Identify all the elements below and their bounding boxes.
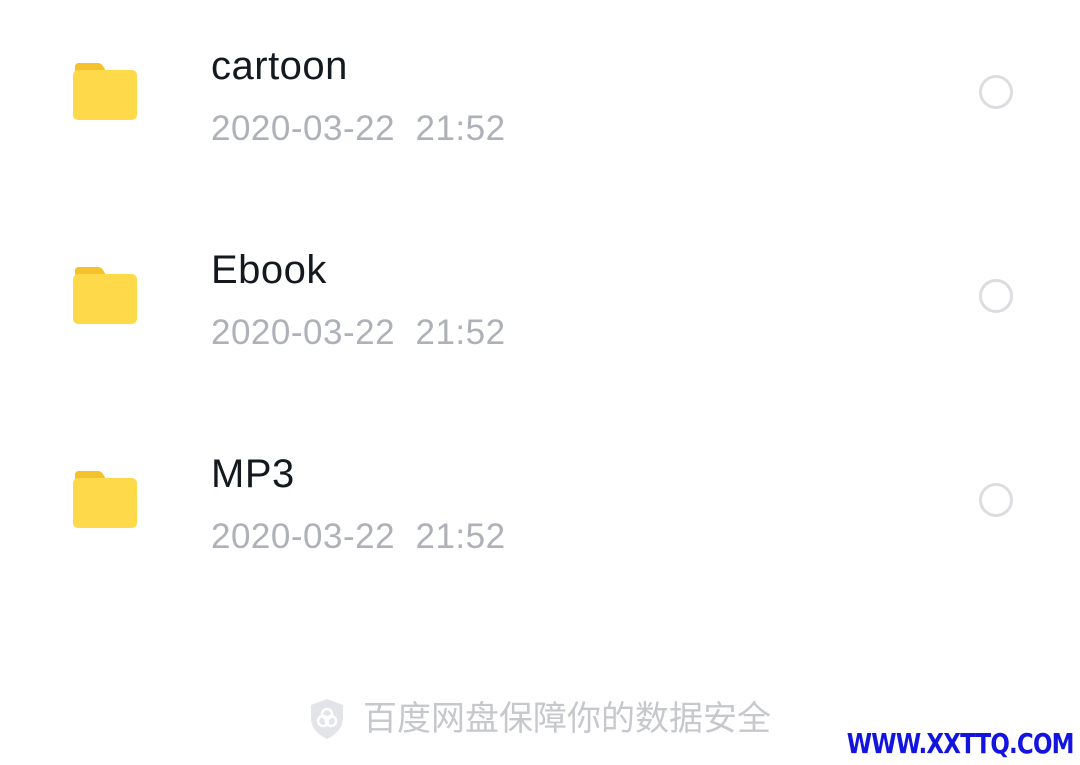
file-name: cartoon	[211, 44, 348, 88]
file-date: 2020-03-22 21:52	[211, 313, 506, 352]
file-list: cartoon 2020-03-22 21:52 Ebook 2020-03-2…	[0, 0, 1080, 612]
footer-security-text: 百度网盘保障你的数据安全	[363, 699, 771, 739]
select-radio-button[interactable]	[979, 279, 1013, 313]
file-row-mp3[interactable]: MP3 2020-03-22 21:52	[0, 408, 1080, 612]
file-row-cartoon[interactable]: cartoon 2020-03-22 21:52	[0, 0, 1080, 204]
select-radio-button[interactable]	[979, 483, 1013, 517]
file-name: MP3	[211, 452, 295, 496]
file-date: 2020-03-22 21:52	[211, 517, 506, 556]
file-date: 2020-03-22 21:52	[211, 109, 506, 148]
folder-icon	[73, 267, 137, 324]
file-name: Ebook	[211, 248, 327, 292]
file-row-ebook[interactable]: Ebook 2020-03-22 21:52	[0, 204, 1080, 408]
folder-icon	[73, 471, 137, 528]
watermark-text: WWW.XXTTQ.COM	[847, 727, 1075, 760]
folder-icon	[73, 63, 137, 120]
select-radio-button[interactable]	[979, 75, 1013, 109]
shield-icon	[311, 699, 343, 739]
